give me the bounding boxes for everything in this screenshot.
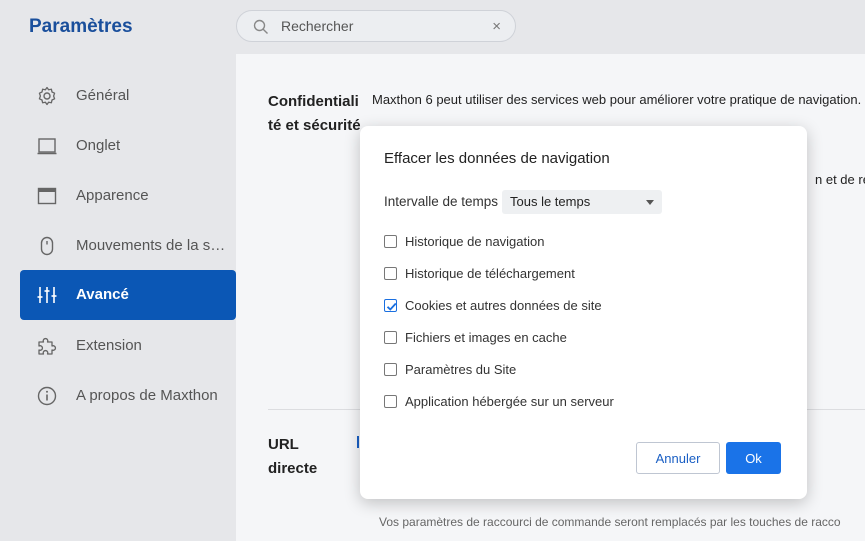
clear-search-icon[interactable]: × [492, 18, 501, 35]
privacy-title-line2: té et sécurité [268, 117, 361, 134]
option-label: Paramètres du Site [405, 362, 517, 377]
privacy-title-line1: Confidentiali [268, 93, 359, 110]
checkbox[interactable] [384, 267, 397, 280]
gear-icon [36, 85, 58, 107]
mouse-icon [36, 235, 58, 257]
privacy-description-partial: n et de re [815, 172, 865, 187]
option-label: Historique de navigation [405, 234, 545, 249]
sliders-icon [36, 284, 58, 306]
sidebar-item-onglet[interactable]: Onglet [20, 121, 236, 171]
sidebar-item-about[interactable]: A propos de Maxthon [20, 371, 236, 421]
sidebar-item-label: A propos de Maxthon [76, 387, 218, 404]
chevron-down-icon [646, 200, 654, 205]
sidebar-item-extension[interactable]: Extension [20, 321, 236, 371]
sidebar-item-mouse-gestures[interactable]: Mouvements de la souris [20, 221, 236, 271]
checkbox-checked[interactable] [384, 299, 397, 312]
search-icon [253, 19, 269, 35]
tab-icon [36, 135, 58, 157]
toggle-edge[interactable] [357, 436, 359, 448]
privacy-section-title: Confidentiali té et sécurité [268, 90, 361, 138]
clear-browsing-data-dialog: Effacer les données de navigation Interv… [360, 126, 807, 499]
sidebar-item-label: Avancé [76, 286, 129, 303]
window-icon [36, 185, 58, 207]
option-label: Cookies et autres données de site [405, 298, 602, 313]
sidebar-item-label: Onglet [76, 137, 121, 154]
sidebar-item-avance[interactable]: Avancé [20, 270, 236, 320]
search-input[interactable] [281, 16, 481, 36]
info-icon [36, 385, 58, 407]
sidebar-item-general[interactable]: Général [20, 71, 236, 121]
sidebar-item-label: Mouvements de la souris [76, 237, 228, 254]
top-bar: Paramètres × [0, 0, 865, 54]
sidebar: Général Onglet Apparence Mouvements de l… [0, 54, 236, 541]
time-range-select[interactable]: Tous le temps [502, 190, 662, 214]
cancel-button[interactable]: Annuler [636, 442, 720, 474]
option-label: Historique de téléchargement [405, 266, 575, 281]
time-range-value: Tous le temps [510, 194, 591, 209]
checkbox[interactable] [384, 331, 397, 344]
url-section-title: URL directe [268, 433, 317, 481]
check-icon [386, 302, 397, 311]
sidebar-item-label: Général [76, 87, 130, 104]
url-title-line2: directe [268, 460, 318, 477]
checkbox[interactable] [384, 235, 397, 248]
url-title-line1: URL [268, 436, 299, 453]
search-box[interactable]: × [236, 10, 516, 42]
app-title: Paramètres [29, 16, 133, 37]
option-label: Application hébergée sur un serveur [405, 394, 614, 409]
sidebar-item-label: Extension [76, 337, 142, 354]
sidebar-item-apparence[interactable]: Apparence [20, 171, 236, 221]
privacy-description: Maxthon 6 peut utiliser des services web… [372, 92, 862, 107]
shortcut-note: Vos paramètres de raccourci de commande … [379, 515, 841, 529]
option-label: Fichiers et images en cache [405, 330, 567, 345]
checkbox[interactable] [384, 395, 397, 408]
puzzle-icon [36, 335, 58, 357]
ok-button[interactable]: Ok [726, 442, 781, 474]
sidebar-item-label: Apparence [76, 187, 149, 204]
dialog-title: Effacer les données de navigation [384, 150, 610, 167]
checkbox[interactable] [384, 363, 397, 376]
time-range-label: Intervalle de temps [384, 194, 499, 209]
